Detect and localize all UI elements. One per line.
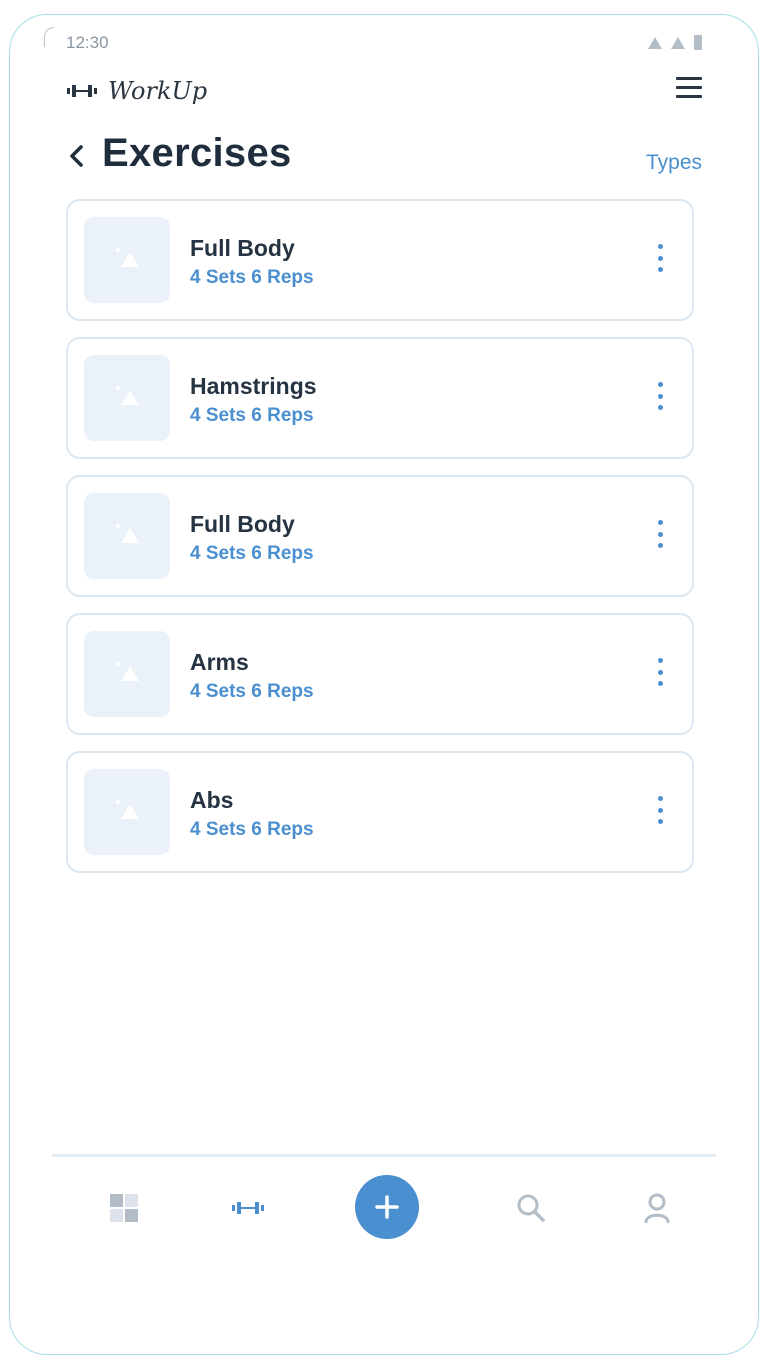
exercise-card[interactable]: Hamstrings 4 Sets 6 Reps [66, 337, 694, 459]
image-placeholder-icon [84, 769, 170, 855]
status-bar: 12:30 [66, 33, 702, 57]
image-placeholder-icon [84, 355, 170, 441]
status-time: 12:30 [66, 33, 109, 52]
page-title: Exercises [102, 131, 292, 175]
brand-name: WorkUp [108, 77, 208, 105]
more-options-icon[interactable] [654, 520, 666, 548]
exercise-card[interactable]: Abs 4 Sets 6 Reps [66, 751, 694, 873]
dashboard-icon [110, 1194, 138, 1222]
nav-workouts[interactable] [228, 1191, 268, 1225]
add-button[interactable] [355, 1175, 419, 1239]
plus-icon [375, 1195, 399, 1219]
exercise-card[interactable]: Arms 4 Sets 6 Reps [66, 613, 694, 735]
dumbbell-icon [232, 1202, 264, 1214]
nav-search[interactable] [511, 1191, 551, 1225]
status-icons [648, 35, 702, 50]
exercise-detail: 4 Sets 6 Reps [190, 819, 314, 840]
more-options-icon[interactable] [654, 658, 666, 686]
hamburger-menu-icon[interactable] [676, 77, 702, 98]
exercise-name: Hamstrings [190, 373, 317, 399]
exercise-detail: 4 Sets 6 Reps [190, 543, 314, 564]
exercise-card[interactable]: Full Body 4 Sets 6 Reps [66, 199, 694, 321]
profile-icon [644, 1193, 670, 1223]
exercise-list: Full Body 4 Sets 6 Reps Hamstrings 4 Set… [66, 199, 694, 889]
exercise-name: Full Body [190, 235, 295, 261]
exercise-detail: 4 Sets 6 Reps [190, 681, 314, 702]
image-placeholder-icon [84, 493, 170, 579]
bottom-nav [52, 1154, 716, 1264]
more-options-icon[interactable] [654, 382, 666, 410]
signal-icon [648, 36, 662, 49]
types-link[interactable]: Types [646, 151, 702, 175]
more-options-icon[interactable] [654, 244, 666, 272]
image-placeholder-icon [84, 631, 170, 717]
exercise-name: Arms [190, 649, 249, 675]
exercise-detail: 4 Sets 6 Reps [190, 267, 314, 288]
brand-logo: WorkUp [67, 77, 207, 105]
image-placeholder-icon [84, 217, 170, 303]
search-icon [517, 1194, 545, 1222]
dumbbell-logo-icon [67, 85, 97, 97]
nav-dashboard[interactable] [104, 1191, 144, 1225]
exercise-card[interactable]: Full Body 4 Sets 6 Reps [66, 475, 694, 597]
page-header: Exercises Types [66, 129, 702, 183]
exercise-name: Abs [190, 787, 234, 813]
wifi-icon [671, 36, 685, 49]
nav-profile[interactable] [637, 1191, 677, 1225]
battery-icon [694, 35, 702, 50]
frame-corner-mark [44, 27, 54, 47]
exercise-detail: 4 Sets 6 Reps [190, 405, 314, 426]
phone-frame: 12:30 WorkUp Exercises Types Full Body 4… [9, 14, 759, 1355]
more-options-icon[interactable] [654, 796, 666, 824]
exercise-name: Full Body [190, 511, 295, 537]
back-chevron-icon[interactable] [66, 143, 88, 169]
